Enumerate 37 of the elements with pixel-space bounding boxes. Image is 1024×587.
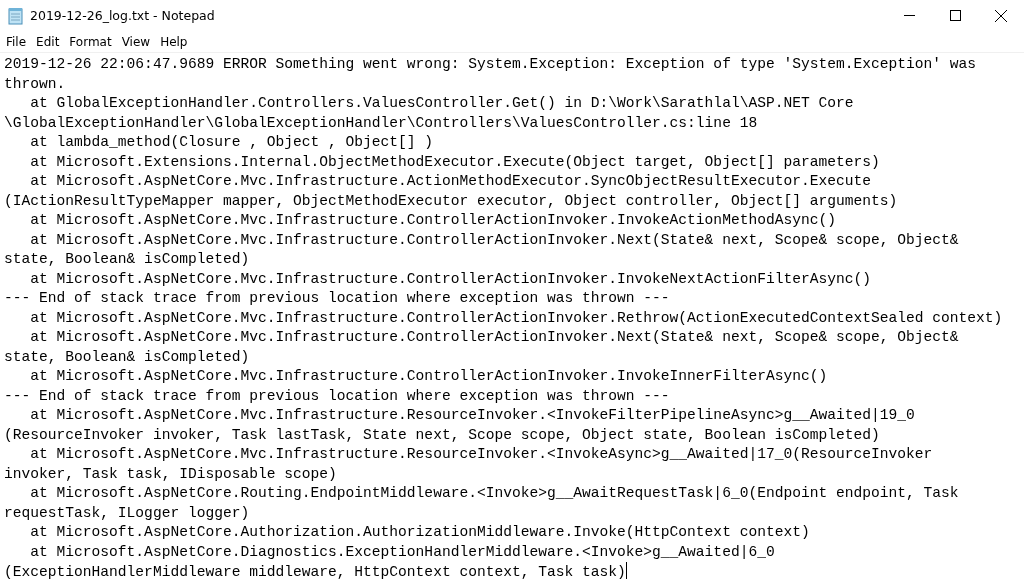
text-line: at lambda_method(Closure , Object , Object[] ) (29, 133, 435, 152)
menu-item[interactable]: View (116, 34, 156, 49)
text-line: at Microsoft.AspNetCore.Mvc.Infrastructure.ControllerActionInvoker.Next(State& next, Scope& scope, Object& (29, 328, 960, 347)
text-line: at Microsoft.AspNetCore.Diagnostics.ExceptionHandlerMiddleware.<Invoke>g__Awaited|6_0 (29, 542, 776, 562)
text-line: at Microsoft.AspNetCore.Mvc.Infrastructure.ResourceInvoker.<InvokeFilterPipelineAsync>g__Awaited|19_0 (29, 406, 916, 425)
text-line: at Microsoft.AspNetCore.Authorization.AuthorizationMiddleware.Invoke(HttpContext context) (29, 523, 811, 542)
text-line: (ResourceInvoker invoker, Task lastTask, State next, Scope scope, Object state, Boolean isCompleted) (4, 425, 881, 445)
menu-item[interactable]: Edit (31, 34, 65, 49)
menu-item[interactable]: Format (64, 34, 117, 49)
close-icon (995, 9, 1007, 22)
text-line: 2019-12-26 22:06:47.9689 ERROR Something went wrong: System.Exception: Exception of type 'System.Exception' was (4, 55, 978, 74)
menu-item[interactable]: Help (155, 34, 193, 49)
text-line: (ExceptionHandlerMiddleware middleware, HttpContext context, Task task) (4, 562, 628, 582)
text-line: at Microsoft.AspNetCore.Mvc.Infrastructure.ControllerActionInvoker.Next(State& next, Scope& scope, Object& (29, 230, 960, 250)
text-line: --- End of stack trace from previous location where exception was thrown --- (4, 386, 671, 406)
text-line: at Microsoft.AspNetCore.Mvc.Infrastructure.ControllerActionInvoker.InvokeNextActionFilterAsync() (29, 269, 872, 289)
text-line: at Microsoft.AspNetCore.Mvc.Infrastructure.ResourceInvoker.<InvokeAsync>g__Awaited|17_0(ResourceInvoker (29, 445, 934, 464)
text-line: thrown. (4, 74, 67, 94)
text-line: at GlobalExceptionHandler.Controllers.ValuesController.Get() in D:\Work\Sarathlal\ASP.NET Core (29, 94, 855, 113)
text-line: at Microsoft.AspNetCore.Mvc.Infrastructure.ControllerActionInvoker.Rethrow(ActionExecutedContextSealed context) (29, 308, 1004, 328)
text-line: at Microsoft.AspNetCore.Mvc.Infrastructure.ControllerActionInvoker.InvokeActionMethodAsync() (29, 211, 837, 230)
window-title: 2019-12-26_log.txt - Notepad (30, 8, 215, 23)
text-line: (IActionResultTypeMapper mapper, ObjectMethodExecutor executor, Object controller, Object[] arguments) (4, 191, 899, 211)
menu-item[interactable]: File (1, 34, 32, 49)
text-line: \GlobalExceptionHandler\GlobalExceptionHandler\Controllers\ValuesController.cs:line 18 (4, 113, 759, 133)
text-line: state, Boolean& isCompleted) (4, 347, 251, 367)
text-line: invoker, Task task, IDisposable scope) (4, 464, 338, 484)
text-line: at Microsoft.AspNetCore.Routing.EndpointMiddleware.<Invoke>g__AwaitRequestTask|6_0(Endpoint endpoint, Task (29, 484, 960, 503)
text-line: state, Boolean& isCompleted) (4, 250, 251, 269)
text-line: at Microsoft.AspNetCore.Mvc.Infrastructure.ControllerActionInvoker.InvokeInnerFilterAsync() (29, 367, 829, 386)
maximize-icon (949, 10, 961, 21)
text-line: at Microsoft.Extensions.Internal.ObjectMethodExecutor.Execute(Object target, Object[] parameters) (29, 152, 881, 172)
text-line: requestTask, ILogger logger) (4, 503, 251, 523)
text-cursor (625, 562, 627, 579)
notepad-icon (8, 6, 24, 25)
text-line: at Microsoft.AspNetCore.Mvc.Infrastructure.ActionMethodExecutor.SyncObjectResultExecutor.Execute (29, 172, 872, 191)
text-line: --- End of stack trace from previous location where exception was thrown --- (4, 289, 671, 308)
